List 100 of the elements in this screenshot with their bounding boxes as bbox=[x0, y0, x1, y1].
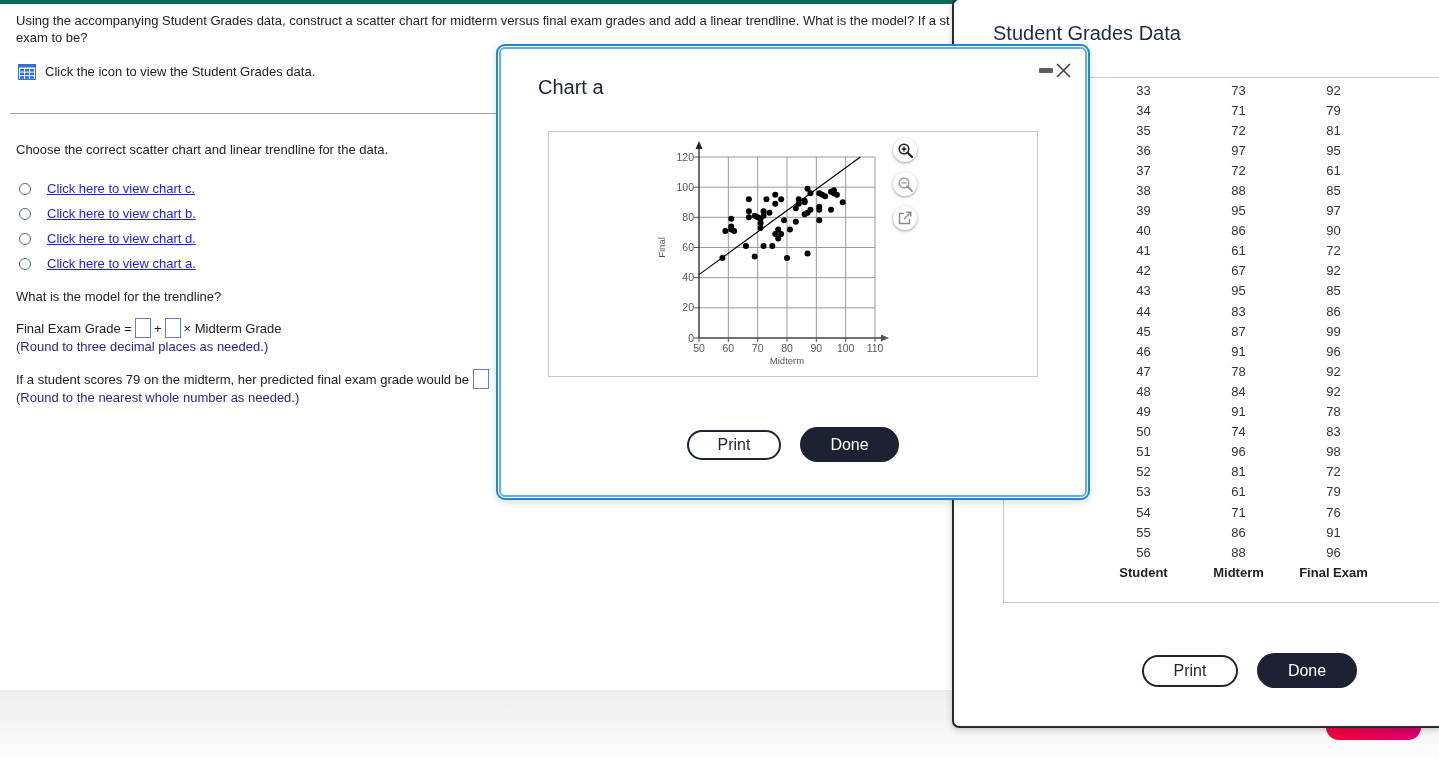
table-cell: 50 bbox=[1136, 424, 1151, 440]
tick-label: 70 bbox=[751, 342, 764, 354]
table-cell: 72 bbox=[1231, 122, 1246, 138]
tick-label: 40 bbox=[682, 271, 694, 284]
question-text: Choose the correct scatter chart and linear trendline for the data. bbox=[16, 141, 389, 158]
table-cell: 78 bbox=[1326, 404, 1341, 420]
tick-label: 120 bbox=[676, 150, 694, 163]
table-cell: 38 bbox=[1136, 183, 1151, 198]
table-cell: 76 bbox=[1326, 504, 1341, 520]
tick-label: 80 bbox=[682, 210, 694, 223]
table-cell: 83 bbox=[1326, 424, 1341, 440]
table-cell: 52 bbox=[1136, 464, 1151, 480]
tick-label: 0 bbox=[688, 331, 694, 344]
dialog-title: Student Grades Data bbox=[993, 21, 1181, 45]
tick-label: 60 bbox=[682, 241, 694, 254]
table-cell: 43 bbox=[1136, 283, 1151, 299]
table-cell: 85 bbox=[1326, 183, 1341, 198]
column-header: Midterm bbox=[1213, 564, 1264, 580]
table-cell: 97 bbox=[1326, 203, 1341, 219]
table-cell: 36 bbox=[1136, 142, 1151, 158]
table-cell: 72 bbox=[1326, 464, 1341, 480]
table-cell: 61 bbox=[1231, 243, 1246, 259]
hint-text: (Round to three decimal places as needed.) bbox=[16, 338, 269, 355]
equation-text: Final Exam Grade = bbox=[16, 319, 132, 337]
table-cell: 86 bbox=[1231, 524, 1246, 540]
table-cell: 96 bbox=[1231, 444, 1246, 460]
tick-label: 60 bbox=[722, 342, 735, 354]
table-cell: 81 bbox=[1326, 122, 1341, 138]
table-cell: 67 bbox=[1231, 263, 1246, 279]
tick-label: 80 bbox=[781, 342, 793, 354]
table-cell: 81 bbox=[1231, 464, 1246, 480]
equation-text: × Midterm Grade bbox=[183, 319, 282, 337]
table-cell: 86 bbox=[1326, 303, 1341, 319]
tick-label: 20 bbox=[682, 301, 694, 314]
table-cell: 45 bbox=[1136, 323, 1151, 339]
table-cell: 88 bbox=[1231, 183, 1246, 198]
table-cell: 40 bbox=[1136, 223, 1151, 239]
table-cell: 90 bbox=[1326, 223, 1341, 239]
table-cell: 99 bbox=[1326, 323, 1341, 339]
table-cell: 97 bbox=[1231, 142, 1246, 158]
tick-label: 50 bbox=[693, 342, 705, 354]
column-header: Final Exam bbox=[1299, 564, 1368, 580]
question-text: What is the model for the trendline? bbox=[16, 288, 222, 305]
axis-title: Final bbox=[656, 237, 667, 258]
tick-label: 110 bbox=[866, 342, 884, 354]
table-cell: 35 bbox=[1136, 122, 1151, 138]
table-cell: 72 bbox=[1326, 243, 1341, 259]
instruction-text: Click the icon to view the Student Grades data. bbox=[45, 63, 316, 80]
table-cell: 92 bbox=[1326, 383, 1341, 399]
dialog-title: Chart a bbox=[538, 75, 604, 99]
table-cell: 85 bbox=[1326, 283, 1341, 299]
table-cell: 92 bbox=[1326, 363, 1341, 379]
table-cell: 55 bbox=[1136, 524, 1151, 540]
equation-text: If a student scores 79 on the midterm, her predicted final exam grade would be bbox=[16, 370, 470, 388]
table-cell: 48 bbox=[1136, 383, 1151, 399]
table-cell: 74 bbox=[1231, 424, 1246, 440]
tick-label: 90 bbox=[810, 342, 823, 354]
table-cell: 92 bbox=[1326, 82, 1341, 98]
table-cell: 47 bbox=[1136, 363, 1151, 379]
table-cell: 41 bbox=[1136, 243, 1151, 259]
table-cell: 72 bbox=[1231, 162, 1246, 178]
table-cell: 79 bbox=[1326, 102, 1341, 118]
table-cell: 61 bbox=[1326, 162, 1341, 178]
table-cell: 87 bbox=[1231, 323, 1246, 339]
table-cell: 95 bbox=[1231, 283, 1246, 299]
column-header: Student bbox=[1119, 564, 1168, 580]
axis-title: Midterm bbox=[769, 355, 805, 366]
table-cell: 71 bbox=[1231, 102, 1246, 118]
table-cell: 44 bbox=[1136, 303, 1151, 319]
table-cell: 73 bbox=[1231, 82, 1246, 98]
hint-text: (Round to the nearest whole number as needed.) bbox=[16, 389, 300, 406]
table-cell: 96 bbox=[1326, 343, 1341, 359]
table-cell: 37 bbox=[1136, 162, 1151, 178]
table-cell: 49 bbox=[1136, 404, 1151, 420]
table-cell: 53 bbox=[1136, 484, 1151, 500]
question-text: exam to be? bbox=[16, 29, 88, 46]
table-cell: 88 bbox=[1231, 544, 1246, 560]
table-cell: 61 bbox=[1231, 484, 1246, 500]
tick-label: 100 bbox=[836, 342, 855, 354]
table-cell: 95 bbox=[1231, 203, 1246, 219]
table-cell: 79 bbox=[1326, 484, 1341, 500]
table-cell: 78 bbox=[1231, 363, 1246, 379]
table-cell: 54 bbox=[1136, 504, 1151, 520]
table-cell: 71 bbox=[1231, 504, 1246, 520]
table-cell: 91 bbox=[1326, 524, 1341, 540]
table-cell: 84 bbox=[1231, 383, 1246, 399]
table-cell: 46 bbox=[1136, 343, 1151, 359]
table-cell: 33 bbox=[1136, 82, 1151, 98]
table-cell: 86 bbox=[1231, 223, 1246, 239]
table-cell: 91 bbox=[1231, 404, 1246, 420]
table-cell: 96 bbox=[1326, 544, 1341, 560]
table-cell: 56 bbox=[1136, 544, 1151, 560]
table-cell: 91 bbox=[1231, 343, 1246, 359]
table-cell: 83 bbox=[1231, 303, 1246, 319]
table-cell: 39 bbox=[1136, 203, 1151, 219]
equation-text: + bbox=[153, 319, 162, 337]
table-cell: 95 bbox=[1326, 142, 1341, 158]
table-cell: 42 bbox=[1136, 263, 1151, 279]
table-cell: 51 bbox=[1136, 444, 1151, 460]
table-cell: 92 bbox=[1326, 263, 1341, 279]
